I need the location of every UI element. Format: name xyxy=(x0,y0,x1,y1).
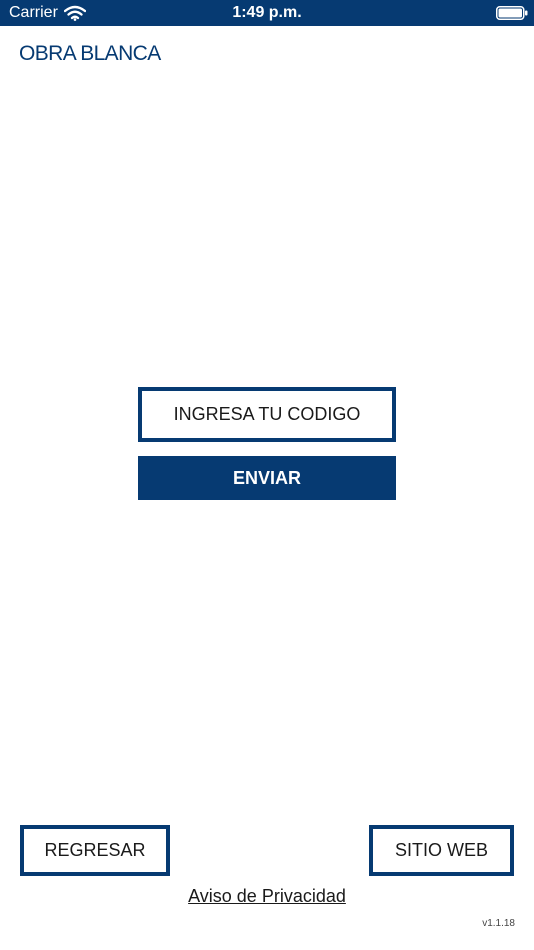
status-bar: Carrier 1:49 p.m. xyxy=(0,0,534,26)
battery-icon xyxy=(496,6,528,20)
version-label: v1.1.18 xyxy=(482,918,515,929)
privacy-link[interactable]: Aviso de Privacidad xyxy=(0,885,534,907)
brand-logo: OBRA BLANCA xyxy=(19,42,161,65)
back-button[interactable]: REGRESAR xyxy=(20,825,170,876)
status-time: 1:49 p.m. xyxy=(232,4,302,21)
send-button[interactable]: ENVIAR xyxy=(138,456,396,500)
website-button[interactable]: SITIO WEB xyxy=(369,825,514,876)
code-input[interactable] xyxy=(138,387,396,442)
